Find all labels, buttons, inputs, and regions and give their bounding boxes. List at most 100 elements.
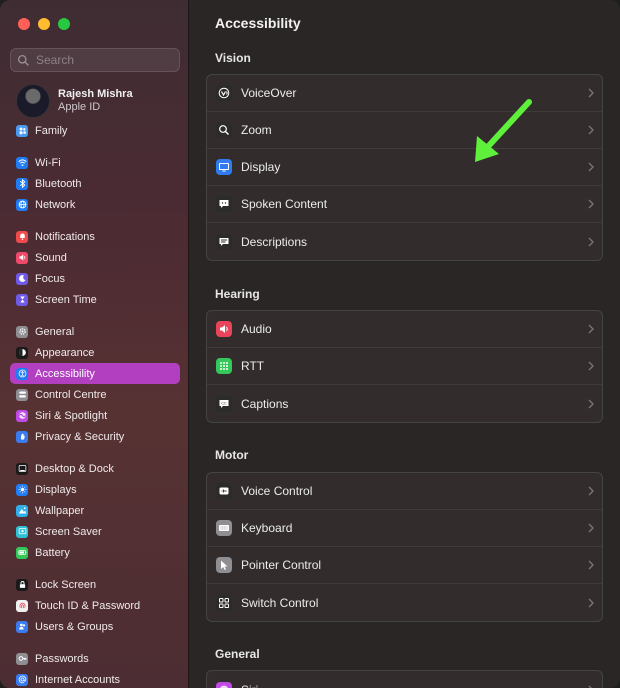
hourglass-icon [16,293,28,306]
sidebar-item-label: Control Centre [35,388,107,401]
search-input[interactable] [36,53,176,67]
sidebar-divider [10,637,180,648]
captions-icon: CC [216,395,232,412]
sidebar-item-displays[interactable]: Displays [10,479,180,500]
sidebar-item-label: Wallpaper [35,504,85,517]
row-label: Audio [241,322,272,336]
row-descriptions[interactable]: Descriptions [207,223,602,260]
chevron-right-icon [588,237,594,246]
row-spoken-content[interactable]: Spoken Content [207,186,602,223]
row-label: Captions [241,396,289,411]
display-icon [216,159,232,175]
siri-icon [216,681,232,688]
row-audio[interactable]: Audio [207,311,602,348]
apple-id-account[interactable]: Rajesh Mishra Apple ID [16,84,133,118]
sidebar-item-privacy-and-security[interactable]: Privacy & Security [10,426,180,447]
vision-group: VoiceOver Zoom Display Spoken Content Descri… [206,74,603,261]
hearing-group: Audio RTT CC Captions [206,310,603,423]
key-icon [16,652,28,665]
row-label: Keyboard [241,521,293,535]
sidebar-item-label: Desktop & Dock [35,462,114,475]
row-label: Spoken Content [241,197,328,211]
sidebar-item-focus[interactable]: Focus [10,268,180,289]
page-title: Accessibility [215,15,301,31]
sidebar-item-general[interactable]: General [10,321,180,342]
row-siri[interactable]: Siri [207,671,602,688]
chevron-right-icon [588,685,593,688]
sidebar-item-notifications[interactable]: Notifications [10,226,180,247]
row-voice-control[interactable]: Voice Control [207,473,602,510]
minimize-button[interactable] [38,18,50,30]
chevron-right-icon [588,598,594,607]
search-icon [17,54,29,66]
descriptions-icon [216,233,232,250]
sidebar-item-label: Displays [35,483,77,496]
sidebar-item-label: Users & Groups [35,620,114,633]
chevron-right-icon [588,88,594,98]
sidebar-item-passwords[interactable]: Passwords [10,648,180,669]
row-switch-control[interactable]: Switch Control [207,584,602,621]
sidebar-item-lock-screen[interactable]: Lock Screen [10,574,180,595]
row-keyboard[interactable]: Keyboard [207,510,602,547]
users-icon [16,620,28,633]
sidebar-item-users-and-groups[interactable]: Users & Groups [10,616,180,637]
row-voiceover[interactable]: VoiceOver [207,75,602,112]
sidebar-item-label: Privacy & Security [35,430,125,443]
sidebar-item-sound[interactable]: Sound [10,247,180,268]
search-field[interactable] [10,48,180,72]
sidebar-item-desktop-and-dock[interactable]: Desktop & Dock [10,458,180,479]
wallpaper-icon [16,504,28,517]
chevron-right-icon [588,399,594,408]
sidebar-item-touch-id-and-password[interactable]: Touch ID & Password [10,595,180,616]
bluetooth-icon [16,177,28,190]
speaker-icon [16,251,28,264]
row-label: Display [241,160,281,174]
sidebar-divider [10,563,180,574]
chevron-right-icon [588,125,594,135]
close-button[interactable] [18,18,30,30]
dock-icon [16,462,28,475]
row-pointer-control[interactable]: Pointer Control [207,547,602,584]
sidebar-item-wi-fi[interactable]: Wi-Fi [10,152,180,173]
section-heading-hearing: Hearing [215,287,260,301]
window-controls [18,18,70,30]
main-pane: Accessibility Vision VoiceOver Zoom Displa… [189,0,620,688]
sidebar-item-siri-and-spotlight[interactable]: Siri & Spotlight [10,405,180,426]
sidebar-item-accessibility[interactable]: Accessibility [10,363,180,384]
row-label: VoiceOver [241,86,297,100]
sidebar-item-label: Accessibility [35,367,95,380]
switch-control-icon [216,594,232,611]
section-heading-motor: Motor [215,448,249,462]
sidebar-item-wallpaper[interactable]: Wallpaper [10,500,180,521]
account-name: Rajesh Mishra [58,88,133,100]
sidebar-item-appearance[interactable]: Appearance [10,342,180,363]
row-rtt[interactable]: RTT [207,348,602,385]
sidebar-item-bluetooth[interactable]: Bluetooth [10,173,180,194]
chevron-right-icon [588,560,594,570]
row-display[interactable]: Display [207,149,602,186]
row-zoom[interactable]: Zoom [207,112,602,149]
sidebar-item-internet-accounts[interactable]: Internet Accounts [10,669,180,688]
sidebar-divider [10,141,180,152]
speech-bubble-icon [216,196,232,212]
sidebar-item-label: Passwords [35,652,89,665]
accessibility-icon [16,367,28,380]
row-label: Switch Control [241,595,319,610]
sidebar-item-label: Family [35,124,68,137]
row-captions[interactable]: CC Captions [207,385,602,422]
sidebar-item-network[interactable]: Network [10,194,180,215]
avatar [16,84,50,118]
sidebar-nav: Family Wi-Fi Bluetooth Network Notifications… [10,120,180,688]
zoom-button[interactable] [58,18,70,30]
sidebar-item-family[interactable]: Family [10,120,180,141]
sidebar-item-screen-saver[interactable]: Screen Saver [10,521,180,542]
sidebar-item-battery[interactable]: Battery [10,542,180,563]
siri-icon [16,409,28,422]
sidebar-item-screen-time[interactable]: Screen Time [10,289,180,310]
sidebar-item-control-centre[interactable]: Control Centre [10,384,180,405]
screensaver-icon [16,525,28,538]
general-group: Siri [206,670,603,688]
sidebar-item-label: Bluetooth [35,177,82,190]
sidebar-item-label: Touch ID & Password [35,599,141,612]
row-label: Pointer Control [241,558,322,572]
